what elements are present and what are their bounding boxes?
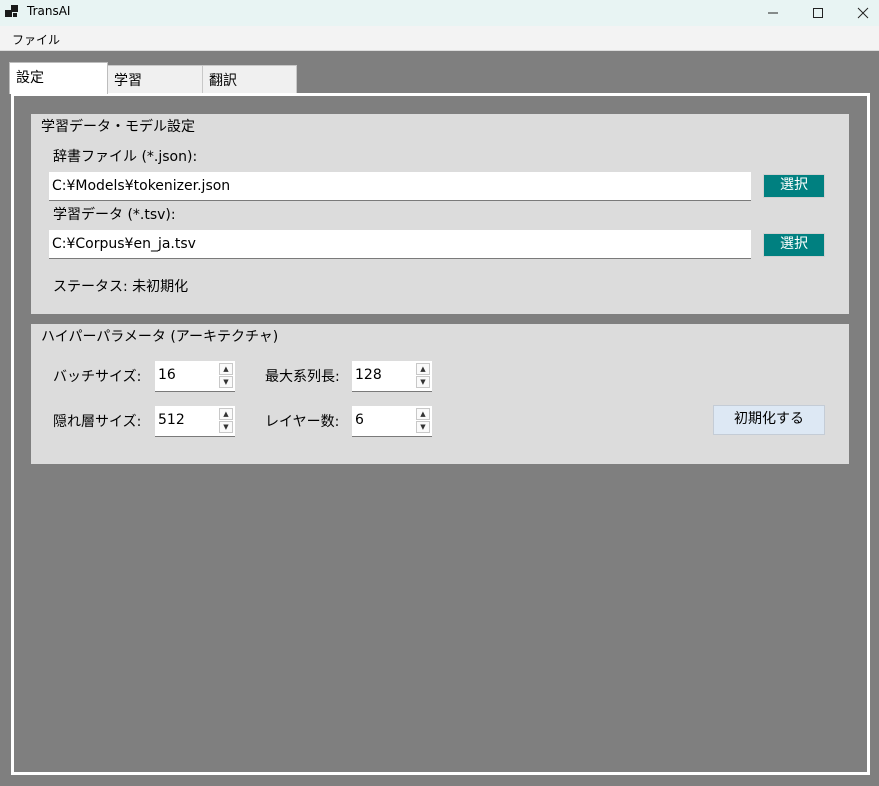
max-length-up-icon[interactable]: ▲ — [416, 363, 430, 375]
layers-up-icon[interactable]: ▲ — [416, 408, 430, 420]
hidden-size-value: 512 — [158, 412, 185, 428]
data-model-group-title: 学習データ・モデル設定 — [41, 119, 195, 135]
initialize-button[interactable]: 初期化する — [713, 405, 825, 435]
tab-translate[interactable]: 翻訳 — [202, 65, 297, 93]
menu-file[interactable]: ファイル — [12, 31, 60, 48]
close-icon — [857, 7, 869, 19]
train-select-button[interactable]: 選択 — [763, 233, 825, 257]
train-data-label: 学習データ (*.tsv): — [53, 207, 176, 223]
maximize-button[interactable] — [795, 0, 841, 26]
train-data-input[interactable]: C:¥Corpus¥en_ja.tsv — [49, 230, 751, 259]
batch-size-up-icon[interactable]: ▲ — [219, 363, 233, 375]
tab-training[interactable]: 学習 — [107, 65, 203, 93]
dict-file-input[interactable]: C:¥Models¥tokenizer.json — [49, 172, 751, 201]
batch-size-stepper[interactable]: 16 ▲ ▼ — [155, 361, 235, 392]
app-icon — [5, 5, 19, 19]
layers-value: 6 — [355, 412, 364, 428]
maximize-icon — [813, 8, 823, 18]
title-bar: TransAI — [0, 0, 879, 26]
layers-label: レイヤー数: — [265, 414, 340, 430]
max-length-stepper[interactable]: 128 ▲ ▼ — [352, 361, 432, 392]
window-title: TransAI — [27, 4, 71, 18]
tab-training-label: 学習 — [114, 73, 142, 89]
hyperparam-group-title: ハイパーパラメータ (アーキテクチャ) — [41, 329, 279, 345]
hyperparam-group: ハイパーパラメータ (アーキテクチャ) — [31, 324, 849, 464]
tab-settings[interactable]: 設定 — [9, 62, 108, 94]
dict-select-button[interactable]: 選択 — [763, 174, 825, 198]
status-text: ステータス: 未初期化 — [53, 279, 189, 295]
hidden-size-up-icon[interactable]: ▲ — [219, 408, 233, 420]
max-length-down-icon[interactable]: ▼ — [416, 376, 430, 388]
hidden-size-stepper[interactable]: 512 ▲ ▼ — [155, 406, 235, 437]
close-button[interactable] — [840, 0, 879, 26]
tab-settings-label: 設定 — [16, 70, 44, 86]
hidden-size-down-icon[interactable]: ▼ — [219, 421, 233, 433]
hidden-size-label: 隠れ層サイズ: — [53, 414, 142, 430]
max-length-value: 128 — [355, 367, 382, 383]
batch-size-down-icon[interactable]: ▼ — [219, 376, 233, 388]
batch-size-value: 16 — [158, 367, 176, 383]
menu-bar: ファイル — [0, 26, 879, 51]
dict-file-label: 辞書ファイル (*.json): — [53, 149, 198, 165]
batch-size-label: バッチサイズ: — [53, 369, 142, 385]
layers-down-icon[interactable]: ▼ — [416, 421, 430, 433]
minimize-icon — [768, 12, 778, 14]
max-length-label: 最大系列長: — [265, 369, 340, 385]
minimize-button[interactable] — [750, 0, 796, 26]
tab-translate-label: 翻訳 — [209, 73, 237, 89]
layers-stepper[interactable]: 6 ▲ ▼ — [352, 406, 432, 437]
